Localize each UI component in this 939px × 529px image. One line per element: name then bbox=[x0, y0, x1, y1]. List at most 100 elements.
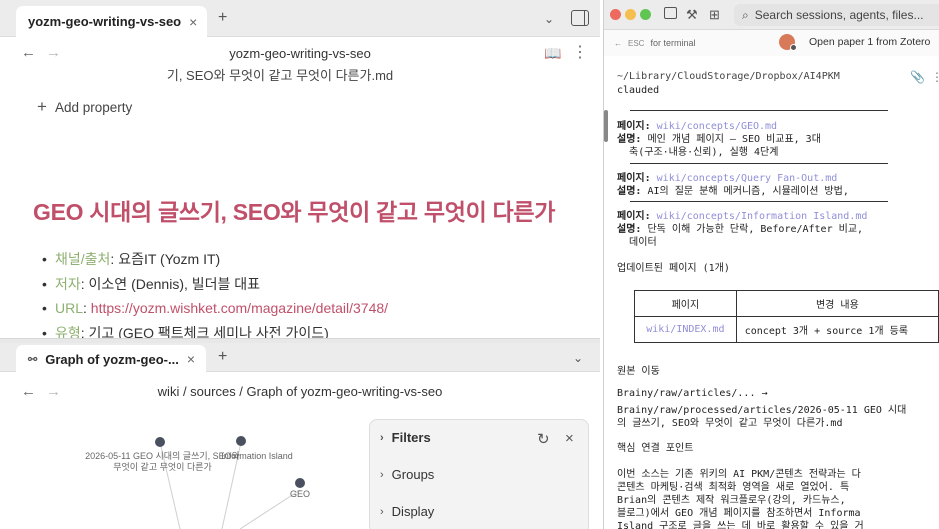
more-options-icon[interactable]: ⋮ bbox=[572, 42, 588, 62]
esc-hint[interactable]: ← ESC for terminal bbox=[614, 38, 695, 48]
obsidian-pane: yozm-geo-writing-vs-seo × + ⌄ ← → yozm-g… bbox=[0, 0, 600, 529]
grid-icon[interactable]: ⊞ bbox=[709, 7, 720, 23]
table-row: wiki/INDEX.md concept 3개 + source 1개 등록 bbox=[634, 316, 939, 343]
sidebar-toggle-icon[interactable] bbox=[571, 10, 589, 26]
tab-note-title: yozm-geo-writing-vs-seo bbox=[28, 14, 182, 29]
search-input[interactable]: ⌕ Search sessions, agents, files... bbox=[734, 4, 939, 26]
cwd-path: ~/Library/CloudStorage/Dropbox/AI4PKM bbox=[617, 71, 840, 82]
url-link[interactable]: https://yozm.wishket.com/magazine/detail… bbox=[91, 300, 388, 316]
display-section[interactable]: › Display bbox=[380, 504, 434, 519]
updated-heading: 업데이트된 페이지 (1개) bbox=[617, 263, 730, 274]
tools-icon[interactable]: ⚒ bbox=[686, 7, 698, 23]
groups-section[interactable]: › Groups bbox=[380, 467, 434, 482]
list-item: 채널/출처: 요즘IT (Yozm IT) bbox=[42, 247, 388, 272]
chevron-down-icon[interactable]: ⌄ bbox=[544, 11, 554, 27]
graph-node-label: GEO bbox=[289, 489, 310, 499]
zoom-window-icon[interactable] bbox=[640, 9, 651, 20]
table-header: 변경 내용 bbox=[735, 290, 939, 317]
esc-key: ESC bbox=[628, 38, 645, 48]
terminal-toolbar: ⚒ ⊞ ⌕ Search sessions, agents, files... bbox=[604, 0, 939, 30]
entry-desc-cont: 데이터 bbox=[617, 237, 657, 248]
refresh-icon[interactable]: ↻ bbox=[537, 430, 550, 448]
add-property-button[interactable]: + Add property bbox=[37, 97, 132, 117]
core-line: Island 구조로 글을 쓰는 데 바로 활용할 수 있을 거 bbox=[617, 521, 864, 529]
note-view-title: yozm-geo-writing-vs-seo bbox=[229, 46, 371, 61]
session-title[interactable]: Open paper 1 from Zotero bbox=[809, 36, 930, 48]
divider bbox=[630, 163, 888, 164]
display-label: Display bbox=[391, 504, 435, 519]
plus-icon: + bbox=[37, 97, 47, 116]
bullet-sep: : bbox=[83, 300, 91, 316]
graph-tab-bar: ⚯ Graph of yozm-geo-... × + ⌄ bbox=[0, 343, 600, 373]
attachment-icon[interactable]: 📎 bbox=[910, 70, 925, 84]
graph-nav-row: ← → wiki / sources / Graph of yozm-geo-w… bbox=[0, 377, 600, 407]
chevron-right-icon: › bbox=[380, 431, 384, 444]
chevron-right-icon: › bbox=[380, 505, 384, 518]
tab-note[interactable]: yozm-geo-writing-vs-seo × bbox=[16, 6, 208, 37]
metadata-list: 채널/출처: 요즘IT (Yozm IT) 저자: 이소연 (Dennis), … bbox=[42, 247, 388, 345]
tab-graph[interactable]: ⚯ Graph of yozm-geo-... × bbox=[16, 345, 206, 373]
table-cell: concept 3개 + source 1개 등록 bbox=[735, 316, 939, 343]
groups-label: Groups bbox=[391, 467, 435, 482]
note-nav-row: ← → yozm-geo-writing-vs-seo 📖 ⋮ bbox=[0, 38, 600, 68]
terminal-subheader: ← ESC for terminal Open paper 1 from Zot… bbox=[604, 30, 939, 56]
scrollbar[interactable] bbox=[604, 110, 608, 142]
bullet-value: 요즘IT (Yozm IT) bbox=[118, 251, 221, 267]
bullet-value: 이소연 (Dennis), 빌더블 대표 bbox=[88, 275, 261, 292]
divider bbox=[630, 110, 888, 111]
esc-label: for terminal bbox=[650, 38, 696, 48]
graph-node-label: Information Island bbox=[221, 451, 293, 461]
filters-section[interactable]: › Filters bbox=[380, 430, 431, 445]
terminal-app: ⚒ ⊞ ⌕ Search sessions, agents, files... … bbox=[603, 0, 939, 529]
close-icon[interactable]: × bbox=[189, 14, 197, 30]
move-line: 의 글쓰기, SEO와 무엇이 같고 무엇이 다른가.md bbox=[617, 418, 843, 429]
move-heading: 원본 이동 bbox=[617, 366, 660, 377]
table-cell[interactable]: wiki/INDEX.md bbox=[634, 316, 737, 343]
filename-fragment: 기, SEO와 무엇이 같고 무엇이 다른가.md bbox=[166, 68, 394, 83]
divider bbox=[630, 201, 888, 202]
bullet-key: URL bbox=[55, 300, 84, 316]
reading-view-icon[interactable]: 📖 bbox=[544, 45, 561, 62]
chevron-down-icon[interactable]: ⌄ bbox=[573, 350, 583, 366]
entry-desc-text: AI의 질문 분해 메커니즘, 시뮬레이션 방법, bbox=[647, 186, 849, 197]
bullet-key: 채널/출처 bbox=[55, 251, 111, 267]
list-item: 저자: 이소연 (Dennis), 빌더블 대표 bbox=[42, 272, 388, 297]
add-property-label: Add property bbox=[54, 99, 133, 115]
minimize-window-icon[interactable] bbox=[625, 9, 636, 20]
document-heading: GEO 시대의 글쓰기, SEO와 무엇이 같고 무엇이 다른가 bbox=[33, 199, 556, 225]
close-icon[interactable]: × bbox=[565, 430, 574, 447]
chevron-right-icon: › bbox=[380, 468, 384, 481]
entry-key: 설명: bbox=[617, 186, 648, 197]
new-tab-icon[interactable]: + bbox=[218, 349, 227, 365]
close-window-icon[interactable] bbox=[610, 9, 621, 20]
list-item: URL: https://yozm.wishket.com/magazine/d… bbox=[42, 296, 388, 321]
graph-breadcrumb: wiki / sources / Graph of yozm-geo-writi… bbox=[157, 384, 443, 399]
graph-settings-panel: › Filters ↻ × › Groups › Display bbox=[369, 419, 589, 529]
bullet-key: 저자 bbox=[55, 275, 81, 292]
graph-node[interactable] bbox=[236, 436, 246, 446]
entry-desc-text: 단독 이해 가능한 단락, Before/After 비교, bbox=[647, 224, 864, 235]
command-line: clauded bbox=[617, 85, 660, 96]
move-line: Brainy/raw/articles/... → bbox=[617, 388, 768, 399]
back-arrow-icon: ← bbox=[614, 38, 622, 48]
updated-table: 페이지 변경 내용 wiki/INDEX.md concept 3개 + sou… bbox=[634, 290, 939, 343]
graph-node[interactable] bbox=[155, 437, 165, 447]
search-icon: ⌕ bbox=[742, 7, 749, 22]
avatar[interactable] bbox=[779, 34, 797, 51]
core-heading: 핵심 연결 포인트 bbox=[617, 443, 694, 454]
filters-label: Filters bbox=[391, 430, 431, 445]
bullet-sep: : bbox=[80, 275, 89, 292]
new-tab-icon[interactable]: + bbox=[218, 10, 227, 26]
search-placeholder: Search sessions, agents, files... bbox=[754, 8, 924, 22]
graph-icon: ⚯ bbox=[28, 353, 38, 366]
entry-desc-cont: 축(구조·내용·신뢰), 실행 4단계 bbox=[617, 147, 779, 158]
tab-bar: yozm-geo-writing-vs-seo × + ⌄ bbox=[0, 0, 600, 37]
tab-graph-title: Graph of yozm-geo-... bbox=[45, 351, 179, 367]
sidebar-icon[interactable] bbox=[664, 7, 677, 19]
more-icon[interactable]: ⋮ bbox=[931, 70, 939, 84]
table-header-row: 페이지 변경 내용 bbox=[634, 290, 939, 317]
entry-desc: 설명: AI의 질문 분해 메커니즘, 시뮬레이션 방법, bbox=[617, 182, 849, 197]
close-icon[interactable]: × bbox=[187, 351, 195, 367]
table-header: 페이지 bbox=[634, 290, 737, 317]
graph-node[interactable] bbox=[295, 478, 305, 488]
